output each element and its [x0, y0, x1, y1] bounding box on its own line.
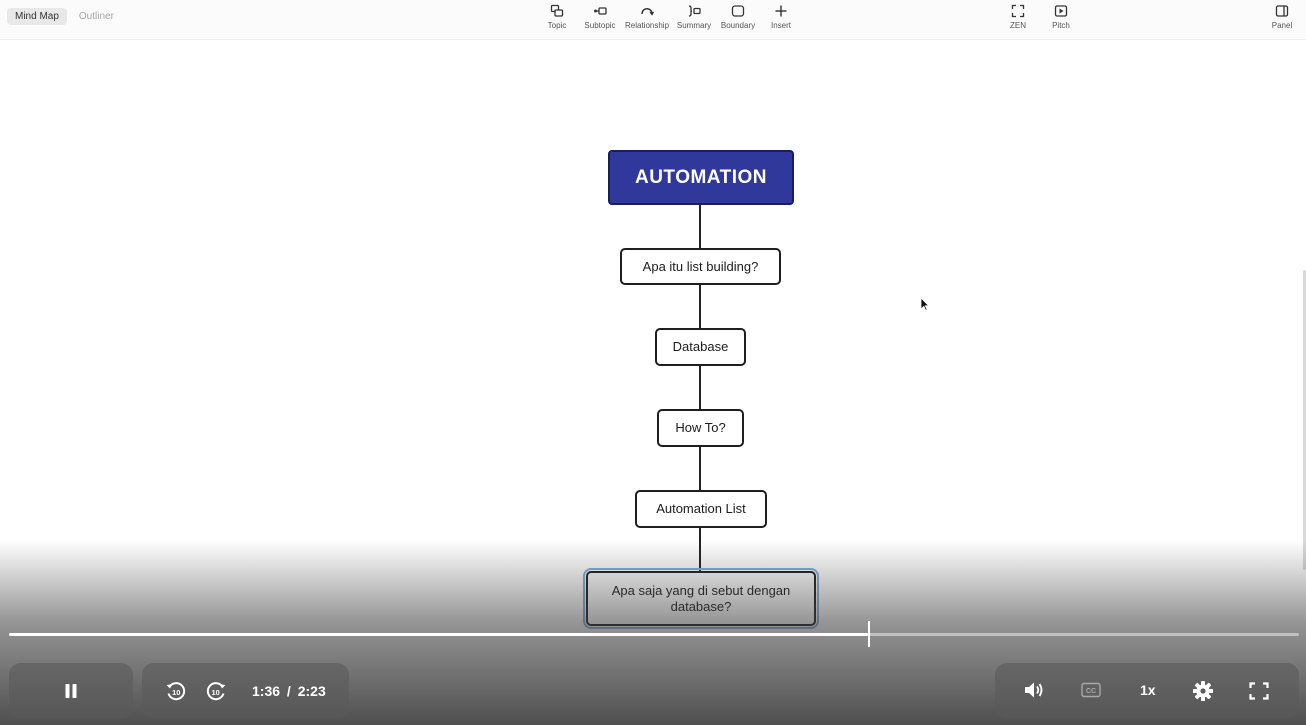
app-toolbar: Mind Map Outliner Topic Subtopic Relatio…	[0, 0, 1306, 40]
fullscreen-icon	[1249, 682, 1269, 700]
playback-speed-button[interactable]: 1x	[1140, 682, 1156, 698]
settings-button[interactable]	[1192, 680, 1214, 702]
progress-played	[9, 633, 869, 636]
topic-button[interactable]: Topic	[533, 4, 581, 30]
settings-icon	[1193, 681, 1213, 701]
zen-button[interactable]: ZEN	[994, 4, 1042, 30]
connector-line	[699, 365, 701, 411]
captions-button[interactable]: CC	[1081, 682, 1101, 698]
subtopic-button[interactable]: Subtopic	[576, 4, 624, 30]
duration: 2:23	[297, 682, 326, 699]
pause-icon	[65, 683, 77, 698]
forward-10-icon: 10	[206, 681, 226, 700]
topic-node-selected[interactable]: Apa saja yang di sebut dengan database?	[583, 568, 819, 629]
time-display: 1:36 / 2:23	[252, 683, 326, 699]
volume-button[interactable]	[1023, 680, 1045, 700]
subtopic-icon	[594, 7, 607, 15]
topic-node[interactable]: Database	[655, 328, 746, 366]
topic-icon	[550, 4, 564, 17]
seek-group: 10 10 1:36 / 2:23	[142, 663, 349, 718]
relationship-button[interactable]: Relationship	[623, 4, 671, 30]
play-icon	[1054, 5, 1068, 17]
tab-outliner[interactable]: Outliner	[71, 8, 122, 25]
play-pause-group	[9, 663, 133, 718]
pause-button[interactable]	[63, 683, 79, 699]
subtopic-label: Subtopic	[584, 21, 616, 30]
video-frame: Mind Map Outliner Topic Subtopic Relatio…	[0, 0, 1306, 725]
mouse-cursor-icon	[920, 297, 930, 311]
summary-icon	[688, 5, 701, 17]
current-time: 1:36	[252, 682, 281, 699]
connector-line	[699, 204, 701, 249]
zen-icon	[1011, 4, 1025, 18]
panel-label: Panel	[1271, 21, 1293, 30]
plus-icon	[775, 5, 787, 17]
topic-node[interactable]: How To?	[657, 409, 744, 447]
captions-icon: CC	[1081, 682, 1101, 698]
pitch-button[interactable]: Pitch	[1037, 4, 1085, 30]
view-switch: Mind Map Outliner	[7, 8, 122, 25]
relationship-icon	[641, 8, 654, 16]
fullscreen-button[interactable]	[1249, 682, 1269, 700]
topic-node[interactable]: Apa itu list building?	[620, 248, 781, 285]
panel-icon	[1275, 5, 1289, 17]
time-separator: /	[286, 682, 291, 699]
summary-label: Summary	[676, 21, 712, 30]
svg-text:CC: CC	[1086, 688, 1096, 695]
boundary-button[interactable]: Boundary	[714, 4, 762, 30]
tab-mind-map[interactable]: Mind Map	[7, 8, 67, 25]
connector-line	[699, 446, 701, 492]
svg-text:10: 10	[212, 688, 220, 697]
boundary-icon	[731, 5, 745, 17]
player-settings-group: CC 1x	[995, 663, 1299, 718]
volume-icon	[1025, 682, 1043, 698]
insert-label: Insert	[770, 21, 791, 30]
rewind-10-button[interactable]: 10	[164, 679, 188, 703]
pitch-label: Pitch	[1052, 21, 1070, 30]
connector-line	[699, 527, 701, 573]
panel-button[interactable]: Panel	[1258, 4, 1306, 30]
topic-label: Topic	[547, 21, 567, 30]
boundary-label: Boundary	[720, 21, 756, 30]
central-topic-node[interactable]: AUTOMATION	[608, 150, 794, 205]
insert-button[interactable]: Insert	[757, 4, 805, 30]
zen-label: ZEN	[1010, 21, 1026, 30]
rewind-10-icon: 10	[166, 681, 186, 700]
forward-10-button[interactable]: 10	[204, 679, 228, 703]
progress-bar[interactable]	[9, 621, 1299, 647]
summary-button[interactable]: Summary	[670, 4, 718, 30]
progress-handle[interactable]	[868, 621, 871, 647]
relationship-label: Relationship	[624, 21, 670, 30]
connector-line	[699, 285, 701, 330]
topic-node[interactable]: Automation List	[635, 490, 767, 528]
svg-text:10: 10	[172, 688, 180, 697]
